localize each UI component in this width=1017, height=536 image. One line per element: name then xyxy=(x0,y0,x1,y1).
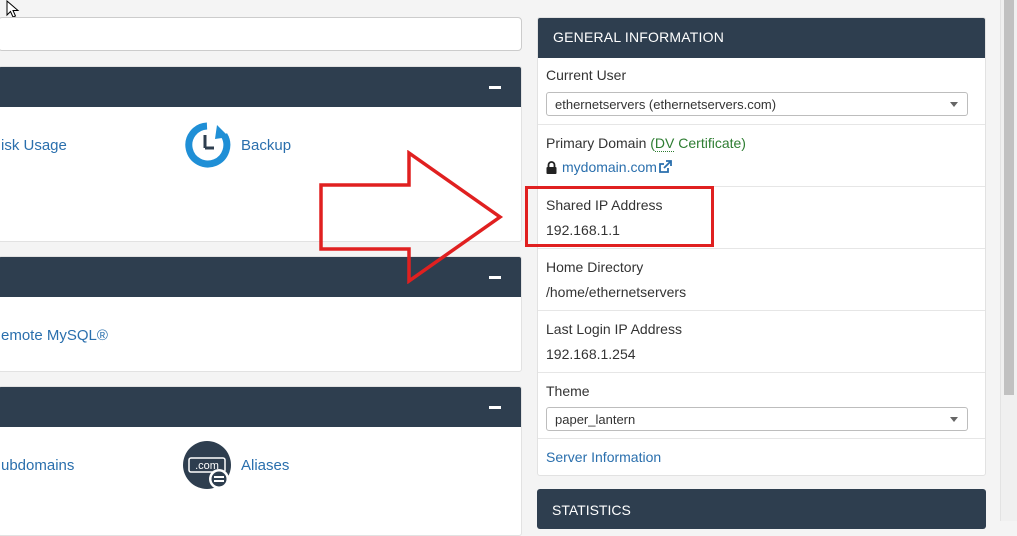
backup-link[interactable]: Backup xyxy=(241,137,291,154)
collapse-icon[interactable] xyxy=(489,86,501,89)
statistics-panel-title: STATISTICS xyxy=(537,489,986,529)
current-user-label: Current User xyxy=(546,67,627,83)
external-link-icon[interactable] xyxy=(658,160,672,174)
primary-domain-link-wrap: mydomain.com xyxy=(546,159,672,175)
files-panel-header xyxy=(0,67,521,107)
server-info-row: Server Information xyxy=(538,438,985,475)
subdomains-link[interactable]: ubdomains xyxy=(1,457,74,474)
annotation-arrow-icon xyxy=(319,150,504,284)
general-information-title: GENERAL INFORMATION xyxy=(538,18,985,58)
search-input[interactable] xyxy=(0,17,522,51)
scrollbar[interactable] xyxy=(1000,0,1017,521)
theme-row: Theme paper_lantern xyxy=(538,372,985,438)
primary-domain-link[interactable]: mydomain.com xyxy=(562,159,657,175)
annotation-highlight-box xyxy=(525,186,714,247)
disk-usage-link[interactable]: isk Usage xyxy=(1,137,67,154)
last-login-label: Last Login IP Address xyxy=(546,321,682,337)
last-login-value: 192.168.1.254 xyxy=(546,346,636,362)
domains-panel: ubdomains .com Aliases xyxy=(0,386,522,536)
theme-value: paper_lantern xyxy=(555,412,636,427)
domains-panel-header xyxy=(0,387,521,427)
dv-cert-badge[interactable]: DV xyxy=(654,135,675,152)
remote-mysql-link[interactable]: emote MySQL® xyxy=(1,327,108,344)
backup-icon[interactable] xyxy=(183,121,231,169)
current-user-select[interactable]: ethernetservers (ethernetservers.com) xyxy=(546,92,968,116)
home-directory-label: Home Directory xyxy=(546,259,644,275)
scrollbar-thumb[interactable] xyxy=(1004,0,1014,395)
chevron-down-icon xyxy=(950,417,958,422)
mouse-cursor-icon xyxy=(6,0,20,18)
home-directory-value: /home/ethernetservers xyxy=(546,284,687,300)
server-information-link[interactable]: Server Information xyxy=(546,449,661,465)
theme-label: Theme xyxy=(546,383,590,399)
primary-domain-label-wrap: Primary Domain (DV Certificate) xyxy=(546,135,746,152)
last-login-row: Last Login IP Address 192.168.1.254 xyxy=(538,310,985,372)
current-user-value: ethernetservers (ethernetservers.com) xyxy=(555,97,777,112)
primary-domain-label: Primary Domain xyxy=(546,135,647,151)
chevron-down-icon xyxy=(950,102,958,107)
aliases-link[interactable]: Aliases xyxy=(241,457,289,474)
current-user-row: Current User ethernetservers (ethernetse… xyxy=(538,58,985,124)
home-directory-row: Home Directory /home/ethernetservers xyxy=(538,248,985,310)
primary-domain-row: Primary Domain (DV Certificate) mydomain… xyxy=(538,124,985,186)
cert-rest: Certificate) xyxy=(674,135,746,151)
theme-select[interactable]: paper_lantern xyxy=(546,407,968,431)
collapse-icon[interactable] xyxy=(489,406,501,409)
lock-icon xyxy=(546,160,557,174)
aliases-icon[interactable]: .com xyxy=(183,441,233,491)
